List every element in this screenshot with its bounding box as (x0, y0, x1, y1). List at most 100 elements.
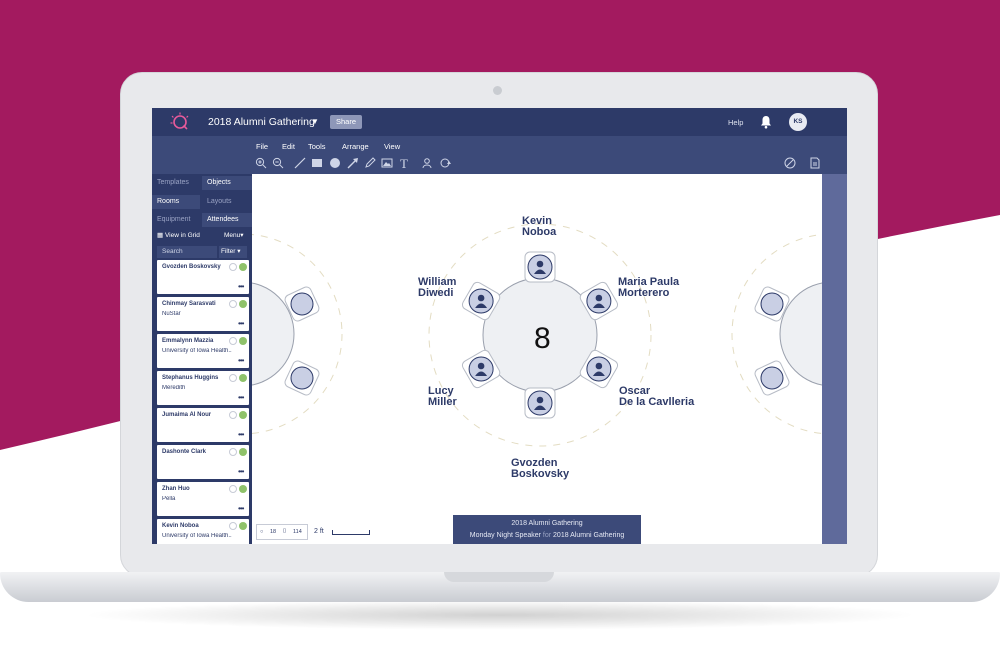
more-options-icon[interactable]: ••• (238, 541, 244, 544)
seating-canvas[interactable]: 8 Kevin Noboa Maria Paula Morterero Will… (152, 174, 847, 544)
more-options-icon[interactable]: ••• (238, 282, 244, 291)
document-title[interactable]: 2018 Alumni Gathering (208, 116, 315, 128)
seat-label-top: Kevin Noboa (522, 216, 556, 238)
pencil-tool-icon[interactable] (364, 157, 376, 169)
left-table[interactable] (152, 233, 343, 435)
seat-label-bottom-line2: Boskovsky (511, 468, 570, 480)
person-icon (477, 362, 485, 370)
more-options-icon[interactable]: ••• (238, 356, 244, 365)
seat-bottom[interactable] (524, 387, 556, 419)
attendee-card[interactable]: Chinmay Sarasvati NuStar ••• (157, 297, 249, 331)
tab-templates[interactable]: Templates (152, 176, 202, 190)
menu-arrange[interactable]: Arrange (342, 142, 369, 151)
attendee-name: Dashonte Clark (162, 449, 207, 455)
check-circle-icon[interactable] (229, 448, 237, 456)
attendee-card[interactable]: Zhan Huo Pella ••• (157, 482, 249, 516)
person-icon (536, 396, 544, 404)
attendee-card[interactable]: Kevin Noboa University of Iowa Health... •… (157, 519, 249, 544)
menu-tools[interactable]: Tools (308, 142, 326, 151)
event-name: 2018 Alumni Gathering (553, 532, 625, 539)
link-icon[interactable] (784, 157, 796, 169)
person-icon (595, 362, 603, 370)
scale-bar (332, 530, 370, 535)
event-info-card[interactable]: 2018 Alumni Gathering Monday Night Speak… (453, 515, 641, 544)
bell-icon[interactable] (759, 115, 773, 129)
image-tool-icon[interactable] (381, 157, 393, 169)
arrow-tool-icon[interactable] (347, 157, 359, 169)
check-circle-icon[interactable] (229, 411, 237, 419)
tab-equipment[interactable]: Equipment (152, 213, 202, 227)
tab-layouts[interactable]: Layouts (202, 195, 252, 209)
attendee-name: Stephanus Huggins (162, 375, 219, 381)
check-circle-icon[interactable] (229, 337, 237, 345)
check-circle-icon[interactable] (229, 263, 237, 271)
seat-count: 18 (270, 529, 277, 535)
grid-icon: ▦ (157, 232, 164, 239)
right-table[interactable] (731, 233, 847, 435)
help-link[interactable]: Help (728, 118, 743, 127)
attendee-organization: University of Iowa Health... (162, 533, 232, 539)
more-options-icon[interactable]: ••• (238, 467, 244, 476)
more-options-icon[interactable]: ••• (238, 430, 244, 439)
tab-attendees[interactable]: Attendees (202, 213, 252, 227)
check-circle-icon[interactable] (229, 485, 237, 493)
people-count: 114 (293, 529, 302, 535)
attendee-menu-dropdown[interactable]: Menu▾ (224, 231, 244, 239)
seat-label-top-left: William Diwedi (418, 277, 456, 299)
attendee-name: Zhan Huo (162, 486, 190, 492)
app-logo-icon[interactable] (170, 112, 190, 132)
person-icon (595, 294, 603, 302)
seat-tool-icon[interactable] (421, 157, 433, 169)
attendee-organization: NuStar (162, 311, 181, 317)
seated-check-icon (239, 411, 247, 419)
tab-rooms[interactable]: Rooms (152, 195, 200, 209)
user-avatar[interactable]: KS (789, 113, 807, 131)
more-options-icon[interactable]: ••• (238, 504, 244, 513)
line-tool-icon[interactable] (294, 157, 306, 169)
text-tool-icon[interactable]: T (399, 157, 411, 169)
attendee-card[interactable]: Stephanus Huggins Meredith ••• (157, 371, 249, 405)
title-dropdown-icon[interactable]: ▼ (311, 117, 319, 126)
attendee-name: Chinmay Sarasvati (162, 301, 216, 307)
table-number: 8 (534, 322, 551, 355)
circle-tool-icon[interactable] (329, 157, 341, 169)
people-count-icon: ▯ (283, 528, 287, 534)
document-icon[interactable] (809, 157, 821, 169)
more-options-icon[interactable]: ••• (238, 319, 244, 328)
view-in-grid-button[interactable]: ▦ View in Grid (157, 231, 200, 239)
seated-check-icon (239, 263, 247, 271)
seat-label-top-left-line2: Diwedi (418, 287, 454, 299)
event-title: 2018 Alumni Gathering (511, 520, 583, 527)
rectangle-tool-icon[interactable] (311, 157, 323, 169)
person-icon (477, 294, 485, 302)
attendee-search-input[interactable]: Search (157, 246, 217, 258)
event-for-word: for (542, 532, 552, 539)
top-bar: 2018 Alumni Gathering ▼ Share Help KS (152, 108, 847, 136)
seated-check-icon (239, 522, 247, 530)
seat-label-bottom-left-line2: Miller (428, 396, 457, 408)
zoom-out-icon[interactable] (272, 157, 284, 169)
menu-edit[interactable]: Edit (282, 142, 295, 151)
zoom-in-icon[interactable] (255, 157, 267, 169)
check-circle-icon[interactable] (229, 300, 237, 308)
attendee-card[interactable]: Emmalynn Mazzia University of Iowa Health… (157, 334, 249, 368)
more-options-icon[interactable]: ••• (238, 393, 244, 402)
app-screen: 2018 Alumni Gathering ▼ Share Help KS Fi… (152, 108, 847, 544)
view-in-grid-label: View in Grid (164, 232, 200, 239)
attendee-card[interactable]: Jumaima Al Nour ••• (157, 408, 249, 442)
seat-top[interactable] (524, 251, 556, 283)
rotate-tool-icon[interactable] (439, 157, 451, 169)
tab-objects[interactable]: Objects (202, 176, 252, 190)
menu-view[interactable]: View (384, 142, 400, 151)
laptop-notch (444, 572, 554, 582)
attendee-card[interactable]: Dashonte Clark ••• (157, 445, 249, 479)
check-circle-icon[interactable] (229, 374, 237, 382)
check-circle-icon[interactable] (229, 522, 237, 530)
right-scroll-rail[interactable] (822, 174, 847, 544)
filter-dropdown[interactable]: Filter ▾ (219, 246, 247, 258)
menu-file[interactable]: File (256, 142, 268, 151)
share-button[interactable]: Share (330, 115, 362, 129)
seated-check-icon (239, 485, 247, 493)
attendee-card[interactable]: Gvozden Boskovsky ••• (157, 260, 249, 294)
attendee-name: Kevin Noboa (162, 523, 199, 529)
